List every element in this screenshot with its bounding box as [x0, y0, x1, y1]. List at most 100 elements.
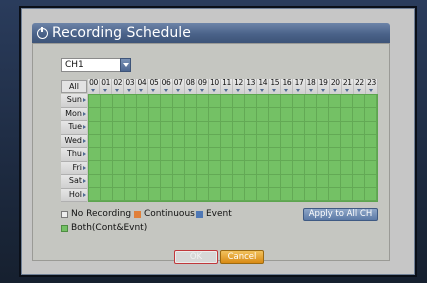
schedule-cell[interactable]	[245, 148, 257, 162]
schedule-cell[interactable]	[185, 174, 197, 188]
schedule-cell[interactable]	[257, 148, 269, 162]
schedule-cell[interactable]	[185, 148, 197, 162]
schedule-cell[interactable]	[149, 108, 161, 122]
schedule-cell[interactable]	[113, 148, 125, 162]
schedule-cell[interactable]	[305, 174, 317, 188]
schedule-cell[interactable]	[89, 95, 101, 109]
hour-header-21[interactable]: 21	[341, 79, 354, 94]
schedule-cell[interactable]	[89, 121, 101, 135]
schedule-cell[interactable]	[221, 95, 233, 109]
schedule-cell[interactable]	[185, 187, 197, 201]
schedule-cell[interactable]	[125, 95, 137, 109]
schedule-cell[interactable]	[137, 108, 149, 122]
schedule-cell[interactable]	[209, 148, 221, 162]
schedule-cell[interactable]	[161, 121, 173, 135]
schedule-cell[interactable]	[329, 187, 341, 201]
hour-header-08[interactable]: 08	[184, 79, 197, 94]
schedule-cell[interactable]	[305, 148, 317, 162]
schedule-cell[interactable]	[365, 148, 377, 162]
schedule-cell[interactable]	[329, 108, 341, 122]
schedule-cell[interactable]	[365, 174, 377, 188]
day-header-mon[interactable]: Mon	[61, 107, 87, 121]
schedule-cell[interactable]	[161, 161, 173, 175]
schedule-cell[interactable]	[137, 134, 149, 148]
schedule-cell[interactable]	[233, 95, 245, 109]
schedule-cell[interactable]	[353, 174, 365, 188]
schedule-cell[interactable]	[161, 95, 173, 109]
schedule-cell[interactable]	[221, 108, 233, 122]
schedule-cell[interactable]	[125, 134, 137, 148]
schedule-cell[interactable]	[221, 148, 233, 162]
schedule-cell[interactable]	[113, 108, 125, 122]
schedule-cell[interactable]	[317, 187, 329, 201]
hour-header-04[interactable]: 04	[136, 79, 149, 94]
schedule-cell[interactable]	[281, 187, 293, 201]
schedule-cell[interactable]	[221, 121, 233, 135]
schedule-cell[interactable]	[233, 174, 245, 188]
schedule-cell[interactable]	[293, 95, 305, 109]
schedule-cell[interactable]	[341, 187, 353, 201]
schedule-cell[interactable]	[317, 134, 329, 148]
schedule-cell[interactable]	[293, 121, 305, 135]
schedule-cell[interactable]	[113, 161, 125, 175]
schedule-cell[interactable]	[317, 161, 329, 175]
schedule-cell[interactable]	[89, 161, 101, 175]
schedule-cell[interactable]	[173, 121, 185, 135]
schedule-cell[interactable]	[197, 95, 209, 109]
schedule-cell[interactable]	[269, 134, 281, 148]
schedule-cell[interactable]	[161, 108, 173, 122]
schedule-cell[interactable]	[233, 134, 245, 148]
schedule-cell[interactable]	[305, 134, 317, 148]
schedule-cell[interactable]	[329, 134, 341, 148]
schedule-cell[interactable]	[137, 148, 149, 162]
hour-header-23[interactable]: 23	[365, 79, 378, 94]
ok-button[interactable]: OK	[174, 250, 218, 264]
day-header-sun[interactable]: Sun	[61, 94, 87, 108]
schedule-cell[interactable]	[113, 121, 125, 135]
schedule-cell[interactable]	[305, 161, 317, 175]
schedule-cell[interactable]	[329, 121, 341, 135]
schedule-cell[interactable]	[293, 187, 305, 201]
hour-header-00[interactable]: 00	[88, 79, 101, 94]
schedule-cell[interactable]	[185, 161, 197, 175]
schedule-cell[interactable]	[197, 174, 209, 188]
schedule-cell[interactable]	[209, 161, 221, 175]
schedule-cell[interactable]	[173, 161, 185, 175]
schedule-cell[interactable]	[281, 174, 293, 188]
schedule-cell[interactable]	[365, 95, 377, 109]
schedule-cell[interactable]	[101, 187, 113, 201]
schedule-cell[interactable]	[293, 108, 305, 122]
schedule-cell[interactable]	[173, 95, 185, 109]
schedule-cell[interactable]	[293, 174, 305, 188]
schedule-cell[interactable]	[317, 95, 329, 109]
schedule-cell[interactable]	[233, 148, 245, 162]
hour-header-10[interactable]: 10	[208, 79, 221, 94]
schedule-cell[interactable]	[221, 161, 233, 175]
hour-header-05[interactable]: 05	[148, 79, 161, 94]
schedule-cell[interactable]	[257, 174, 269, 188]
schedule-cell[interactable]	[149, 161, 161, 175]
schedule-cell[interactable]	[209, 121, 221, 135]
schedule-cell[interactable]	[89, 187, 101, 201]
schedule-cell[interactable]	[341, 108, 353, 122]
hour-header-14[interactable]: 14	[257, 79, 270, 94]
cancel-button[interactable]: Cancel	[220, 250, 264, 264]
schedule-cell[interactable]	[185, 134, 197, 148]
schedule-cell[interactable]	[137, 174, 149, 188]
schedule-cell[interactable]	[281, 148, 293, 162]
schedule-cell[interactable]	[209, 174, 221, 188]
schedule-cell[interactable]	[365, 187, 377, 201]
schedule-cell[interactable]	[101, 95, 113, 109]
schedule-cell[interactable]	[173, 174, 185, 188]
schedule-cell[interactable]	[245, 108, 257, 122]
schedule-cell[interactable]	[173, 134, 185, 148]
schedule-cell[interactable]	[329, 148, 341, 162]
schedule-cell[interactable]	[113, 187, 125, 201]
schedule-cell[interactable]	[233, 121, 245, 135]
schedule-cell[interactable]	[233, 161, 245, 175]
day-header-wed[interactable]: Wed	[61, 134, 87, 148]
schedule-cell[interactable]	[173, 148, 185, 162]
apply-to-all-button[interactable]: Apply to All CH	[303, 208, 378, 221]
schedule-cell[interactable]	[257, 95, 269, 109]
day-header-tue[interactable]: Tue	[61, 121, 87, 135]
